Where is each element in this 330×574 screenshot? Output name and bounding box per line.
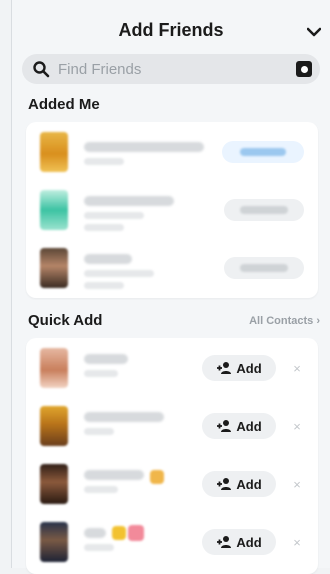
quick-add-heading: Quick Add: [28, 312, 103, 329]
avatar: [40, 348, 68, 388]
blurred-emoji: [150, 470, 164, 484]
dismiss-button[interactable]: ×: [288, 417, 306, 435]
blurred-name: [84, 196, 174, 206]
blurred-subtitle: [84, 544, 114, 551]
blurred-subtitle: [84, 212, 144, 219]
add-button[interactable]: Add: [202, 471, 276, 497]
add-user-icon: [217, 362, 232, 374]
add-button[interactable]: Add: [202, 529, 276, 555]
avatar: [40, 464, 68, 504]
all-contacts-link[interactable]: All Contacts ›: [249, 315, 320, 327]
blurred-subtitle: [84, 486, 118, 493]
add-user-icon: [217, 478, 232, 490]
blurred-emoji: [112, 526, 126, 540]
list-item[interactable]: Add ×: [26, 340, 318, 396]
page-title: Add Friends: [118, 20, 224, 40]
add-label: Add: [236, 418, 262, 434]
list-item[interactable]: [26, 182, 318, 238]
blurred-emoji: [128, 525, 144, 541]
blurred-name: [84, 470, 144, 480]
list-item[interactable]: [26, 240, 318, 296]
search-bar[interactable]: [22, 54, 320, 84]
chevron-down-icon[interactable]: [302, 20, 326, 44]
blurred-subtitle: [84, 158, 124, 165]
blurred-name: [84, 354, 128, 364]
avatar: [40, 522, 68, 562]
accept-button[interactable]: [222, 141, 304, 163]
blurred-name: [84, 412, 164, 422]
blurred-subtitle: [84, 282, 124, 289]
list-item[interactable]: [26, 124, 318, 180]
blurred-subtitle: [84, 370, 118, 377]
added-me-card: [26, 122, 318, 298]
list-item[interactable]: Add ×: [26, 514, 318, 570]
add-label: Add: [236, 534, 262, 550]
blurred-subtitle: [84, 270, 154, 277]
search-input[interactable]: [56, 59, 280, 79]
add-user-icon: [217, 420, 232, 432]
avatar: [40, 406, 68, 446]
quick-add-card: Add × Add × Add × Add ×: [26, 338, 318, 574]
dismiss-button[interactable]: ×: [288, 359, 306, 377]
blurred-subtitle: [84, 428, 114, 435]
add-label: Add: [236, 360, 262, 376]
header: Add Friends: [12, 12, 330, 52]
blurred-name: [84, 254, 132, 264]
list-item[interactable]: Add ×: [26, 398, 318, 454]
contact-book-icon[interactable]: [296, 61, 312, 77]
blurred-name: [84, 528, 106, 538]
blurred-name: [84, 142, 204, 152]
accept-button[interactable]: [224, 257, 304, 279]
add-friends-panel: Add Friends Added Me: [11, 0, 330, 574]
dismiss-button[interactable]: ×: [288, 475, 306, 493]
accept-button[interactable]: [224, 199, 304, 221]
add-label: Add: [236, 476, 262, 492]
avatar: [40, 132, 68, 172]
list-item[interactable]: Add ×: [26, 456, 318, 512]
search-icon: [33, 61, 50, 78]
avatar: [40, 248, 68, 288]
blurred-subtitle: [84, 224, 124, 231]
dismiss-button[interactable]: ×: [288, 533, 306, 551]
add-button[interactable]: Add: [202, 413, 276, 439]
add-button[interactable]: Add: [202, 355, 276, 381]
avatar: [40, 190, 68, 230]
add-user-icon: [217, 536, 232, 548]
added-me-heading: Added Me: [28, 96, 100, 113]
